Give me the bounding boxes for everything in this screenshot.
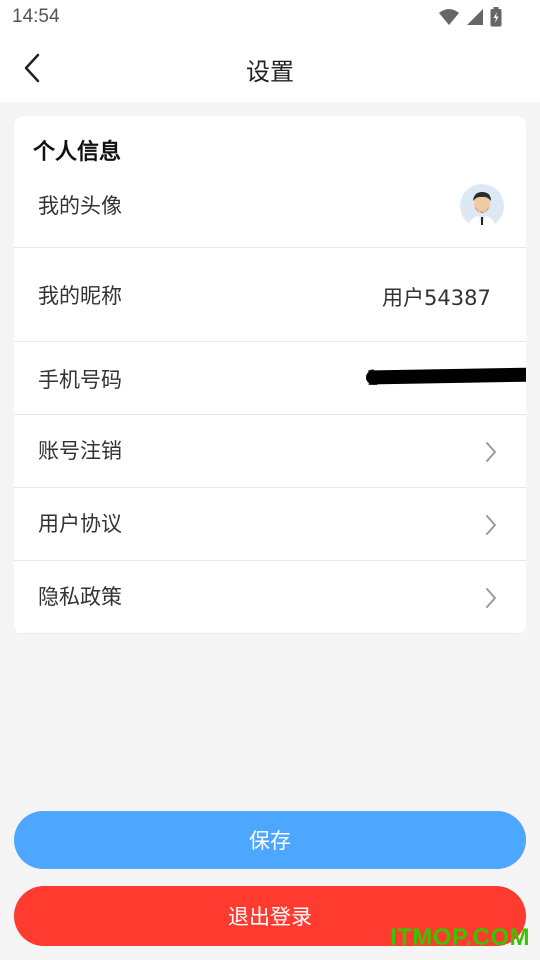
privacy-policy-row[interactable]: 隐私政策 — [14, 561, 526, 634]
save-button[interactable]: 保存 — [14, 811, 526, 869]
privacy-policy-label: 隐私政策 — [38, 585, 122, 609]
cancel-account-label: 账号注销 — [38, 439, 122, 463]
avatar[interactable] — [460, 184, 504, 228]
avatar-row[interactable]: 我的头像 — [14, 116, 526, 248]
nickname-label: 我的昵称 — [38, 284, 122, 308]
personal-info-card: 个人信息 我的头像 我的昵称 用户54387 手机号码 1 账号注销 — [14, 116, 526, 634]
nickname-row[interactable]: 我的昵称 用户54387 — [14, 248, 526, 342]
chevron-right-icon — [486, 515, 496, 535]
phone-label: 手机号码 — [38, 368, 122, 392]
cancel-account-row[interactable]: 账号注销 — [14, 415, 526, 488]
battery-icon — [490, 7, 502, 27]
wifi-icon — [439, 9, 459, 25]
watermark: ITMOP.COM — [389, 924, 530, 951]
chevron-right-icon — [486, 588, 496, 608]
page-title: 设置 — [246, 58, 294, 86]
nickname-value: 用户54387 — [382, 286, 491, 310]
status-icons — [438, 7, 502, 27]
avatar-image — [460, 184, 504, 228]
redaction-mark — [365, 367, 526, 385]
status-time: 14:54 — [12, 6, 60, 27]
user-agreement-label: 用户协议 — [38, 512, 122, 536]
status-bar: 14:54 — [0, 0, 540, 34]
signal-icon — [467, 9, 483, 25]
avatar-label: 我的头像 — [38, 194, 122, 218]
nav-bar: 设置 — [0, 34, 540, 102]
chevron-right-icon — [486, 442, 496, 462]
user-agreement-row[interactable]: 用户协议 — [14, 488, 526, 561]
